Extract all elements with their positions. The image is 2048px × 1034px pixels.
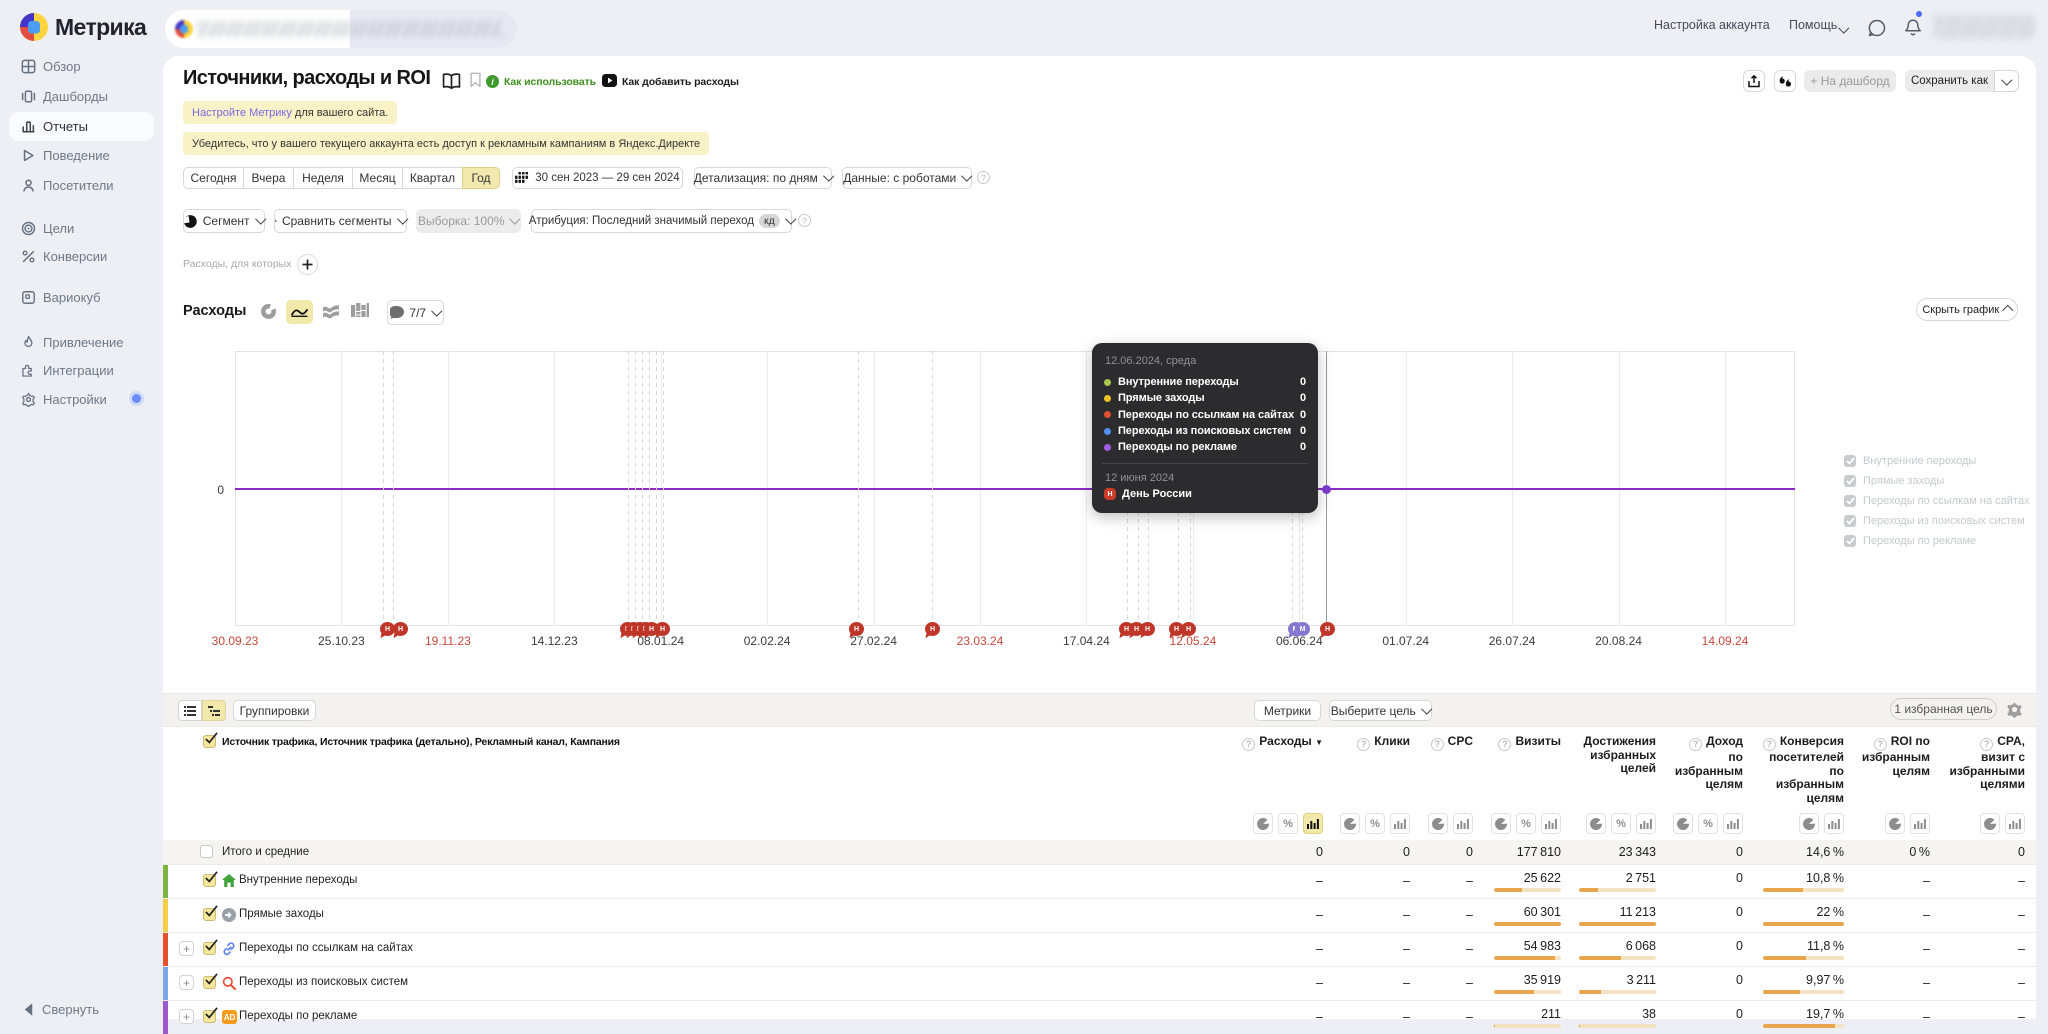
svg-text:AD: AD [224, 1013, 236, 1022]
